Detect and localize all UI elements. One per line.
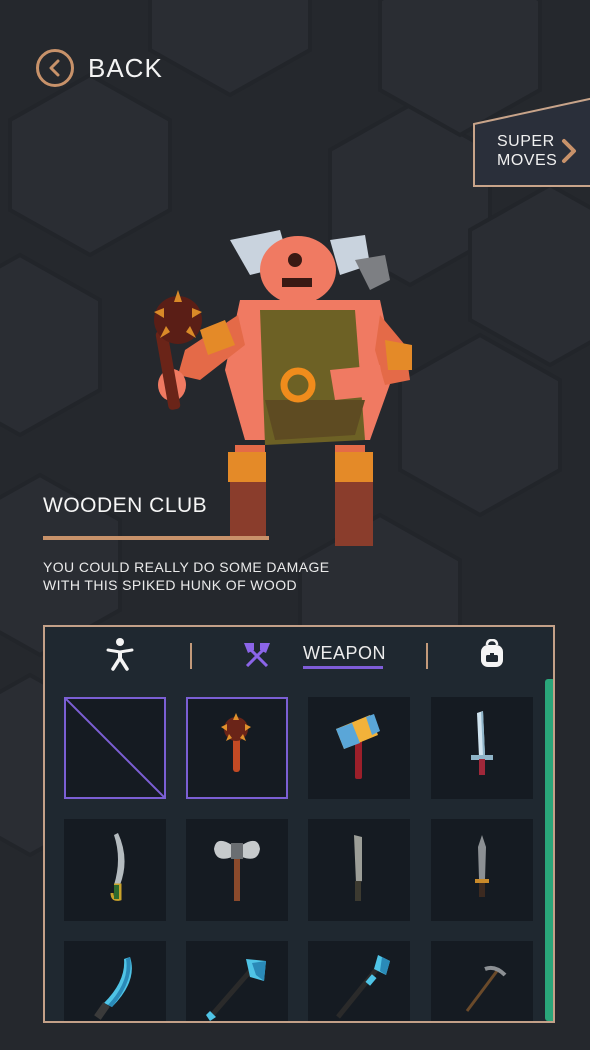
tab-weapon[interactable] (242, 641, 272, 672)
weapon-slot-dagger[interactable] (431, 819, 533, 921)
scimitar-icon (110, 833, 125, 901)
tab-backpack[interactable] (478, 638, 506, 674)
super-moves-button[interactable]: SUPER MOVES (472, 96, 590, 188)
weapon-slot-machete[interactable] (308, 819, 410, 921)
weapon-slot-scimitar[interactable] (64, 819, 166, 921)
title-underline (43, 536, 269, 540)
inventory-panel: WEAPON (43, 625, 555, 1023)
back-button[interactable]: BACK (36, 46, 163, 90)
item-title: WOODEN CLUB (43, 494, 208, 517)
tab-weapon-label[interactable]: WEAPON (303, 643, 386, 664)
weapon-slot-crystal-mace[interactable] (308, 941, 410, 1021)
inventory-tabs: WEAPON (45, 627, 553, 683)
weapon-slot-pickaxe[interactable] (431, 941, 533, 1021)
tab-divider (190, 643, 192, 669)
weapon-slot-spiked-club[interactable] (186, 697, 288, 799)
super-moves-label: SUPER MOVES (497, 132, 557, 170)
spiked-club-icon (221, 713, 251, 772)
item-description: YOU COULD REALLY DO SOME DAMAGE WITH THI… (43, 558, 363, 594)
crystal-blade-icon (94, 957, 132, 1020)
crossed-axes-icon (244, 643, 270, 668)
weapon-slot-crystal-blade[interactable] (64, 941, 166, 1021)
weapon-slot-war-hammer[interactable] (308, 697, 410, 799)
tab-divider (426, 643, 428, 669)
tab-character[interactable] (105, 637, 135, 676)
scrollbar-thumb[interactable] (545, 679, 553, 1021)
pickaxe-icon (465, 965, 507, 1012)
crystal-axe-icon (206, 959, 266, 1021)
machete-icon (354, 835, 362, 901)
war-hammer-icon (336, 714, 380, 779)
weapon-slot-crystal-axe[interactable] (186, 941, 288, 1021)
weapon-slot-empty[interactable] (64, 697, 166, 799)
backpack-icon (481, 638, 503, 667)
weapon-slot-double-axe[interactable] (186, 819, 288, 921)
chevron-right-icon (562, 139, 576, 163)
item-description-line2: WITH THIS SPIKED HUNK OF WOOD (43, 577, 298, 593)
weapon-slot-short-sword[interactable] (431, 697, 533, 799)
back-label: BACK (88, 52, 163, 83)
crystal-mace-icon (336, 955, 390, 1019)
super-moves-line2: MOVES (497, 152, 558, 169)
item-description-line1: YOU COULD REALLY DO SOME DAMAGE (43, 559, 330, 575)
person-icon (106, 638, 134, 671)
none-icon (66, 699, 164, 797)
double-axe-icon (214, 840, 260, 901)
dagger-icon (475, 835, 489, 897)
chevron-left-icon (36, 49, 74, 87)
scrollbar[interactable] (545, 679, 553, 1021)
super-moves-line1: SUPER (497, 133, 555, 150)
tab-active-indicator (303, 666, 383, 669)
short-sword-icon (471, 711, 493, 775)
